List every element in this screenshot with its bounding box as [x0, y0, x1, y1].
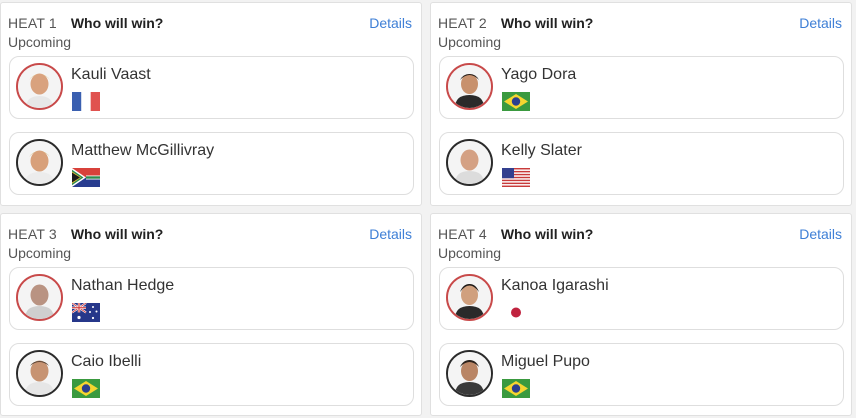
- south-africa-flag-icon: [72, 168, 100, 187]
- heat-header: HEAT 3 Who will win?: [8, 226, 163, 242]
- surfer-name: Matthew McGillivray: [71, 142, 215, 159]
- surfer-avatar: [446, 350, 493, 397]
- heat-label: HEAT 2: [438, 15, 487, 31]
- surfer-name: Caio Ibelli: [71, 353, 142, 370]
- surfer-option-nathan-hedge[interactable]: Nathan Hedge: [9, 267, 414, 330]
- heat-question: Who will win?: [70, 226, 164, 242]
- surfer-option-caio-ibelli[interactable]: Caio Ibelli: [9, 343, 414, 406]
- brazil-flag-icon: [72, 379, 100, 398]
- heat-header: HEAT 2 Who will win?: [438, 15, 593, 31]
- surfer-avatar: [446, 63, 493, 110]
- surfer-avatar: [446, 274, 493, 321]
- japan-flag-icon: [502, 303, 530, 322]
- heat-status: Upcoming: [8, 245, 72, 261]
- heat-card-2: HEAT 2 Who will win? Details Upcoming Ya…: [430, 2, 852, 206]
- heat-status: Upcoming: [438, 245, 502, 261]
- australia-flag-icon: [72, 303, 100, 322]
- brazil-flag-icon: [502, 379, 530, 398]
- heat-status: Upcoming: [438, 34, 502, 50]
- heat-header: HEAT 1 Who will win?: [8, 15, 163, 31]
- heat-label: HEAT 3: [8, 226, 57, 242]
- surfer-name: Miguel Pupo: [501, 353, 590, 370]
- heat-label: HEAT 4: [438, 226, 487, 242]
- surfer-name: Kanoa Igarashi: [501, 277, 609, 294]
- france-flag-icon: [72, 92, 100, 111]
- surfer-option-kanoa-igarashi[interactable]: Kanoa Igarashi: [439, 267, 844, 330]
- heat-label: HEAT 1: [8, 15, 57, 31]
- surfer-option-kauli-vaast[interactable]: Kauli Vaast: [9, 56, 414, 119]
- surfer-avatar: [16, 274, 63, 321]
- details-link[interactable]: Details: [369, 15, 412, 31]
- surfer-avatar: [16, 63, 63, 110]
- surfer-avatar: [446, 139, 493, 186]
- heat-status: Upcoming: [8, 34, 72, 50]
- details-link[interactable]: Details: [799, 226, 842, 242]
- surfer-option-yago-dora[interactable]: Yago Dora: [439, 56, 844, 119]
- surfer-name: Kauli Vaast: [71, 66, 151, 83]
- surfer-name: Nathan Hedge: [71, 277, 175, 294]
- surfer-name: Kelly Slater: [501, 142, 582, 159]
- heat-question: Who will win?: [500, 226, 594, 242]
- surfer-option-matthew-mcgillivray[interactable]: Matthew McGillivray: [9, 132, 414, 195]
- heat-question: Who will win?: [70, 15, 164, 31]
- surfer-avatar: [16, 350, 63, 397]
- heat-card-4: HEAT 4 Who will win? Details Upcoming Ka…: [430, 213, 852, 416]
- brazil-flag-icon: [502, 92, 530, 111]
- heat-card-3: HEAT 3 Who will win? Details Upcoming Na…: [0, 213, 422, 416]
- usa-flag-icon: [502, 168, 530, 187]
- heat-card-1: HEAT 1 Who will win? Details Upcoming Ka…: [0, 2, 422, 206]
- surfer-name: Yago Dora: [501, 66, 577, 83]
- surfer-option-kelly-slater[interactable]: Kelly Slater: [439, 132, 844, 195]
- details-link[interactable]: Details: [799, 15, 842, 31]
- heat-header: HEAT 4 Who will win?: [438, 226, 593, 242]
- surfer-avatar: [16, 139, 63, 186]
- details-link[interactable]: Details: [369, 226, 412, 242]
- heat-question: Who will win?: [500, 15, 594, 31]
- surfer-option-miguel-pupo[interactable]: Miguel Pupo: [439, 343, 844, 406]
